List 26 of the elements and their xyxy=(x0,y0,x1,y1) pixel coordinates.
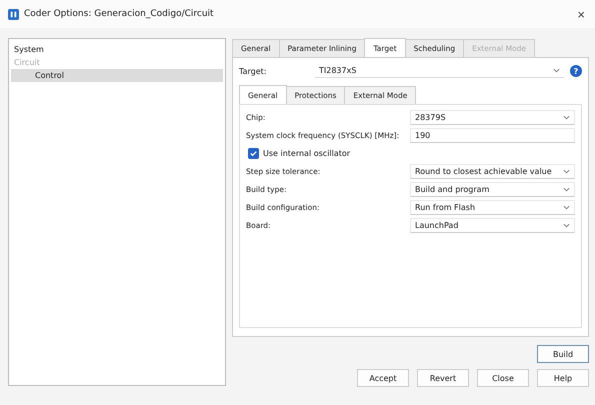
dropdown[interactable]: LaunchPad xyxy=(410,218,575,233)
dialog-button[interactable]: Close xyxy=(477,369,529,387)
checkbox[interactable] xyxy=(248,148,259,159)
target-dropdown[interactable]: TI2837xS xyxy=(315,64,564,78)
dialog-button[interactable]: Accept xyxy=(357,369,409,387)
close-button[interactable]: × xyxy=(575,6,587,22)
dropdown[interactable]: Build and program xyxy=(410,182,575,197)
chevron-icon xyxy=(563,205,570,210)
help-icon[interactable]: ? xyxy=(570,65,582,77)
dialog-button[interactable]: Help xyxy=(537,369,589,387)
chevron-icon xyxy=(563,187,570,192)
target-label: Target: xyxy=(239,66,268,76)
input-field[interactable]: 190 xyxy=(410,128,575,143)
dropdown[interactable]: 28379S xyxy=(410,110,575,125)
app-icon xyxy=(8,8,19,20)
chevron-icon xyxy=(563,223,570,228)
chevron-icon xyxy=(563,169,570,174)
window-title: Coder Options: Generacion_Codigo/Circuit xyxy=(24,9,215,19)
build-button[interactable]: Build xyxy=(537,345,589,363)
dropdown[interactable]: Run from Flash xyxy=(410,200,575,215)
checkbox-label: Use internal oscillator xyxy=(263,149,350,158)
tree-item[interactable]: System xyxy=(11,43,223,56)
chevron-icon xyxy=(553,68,560,73)
dialog-button[interactable]: Revert xyxy=(417,369,469,387)
chevron-icon xyxy=(563,115,570,120)
dropdown[interactable]: Round to closest achievable value xyxy=(410,164,575,179)
